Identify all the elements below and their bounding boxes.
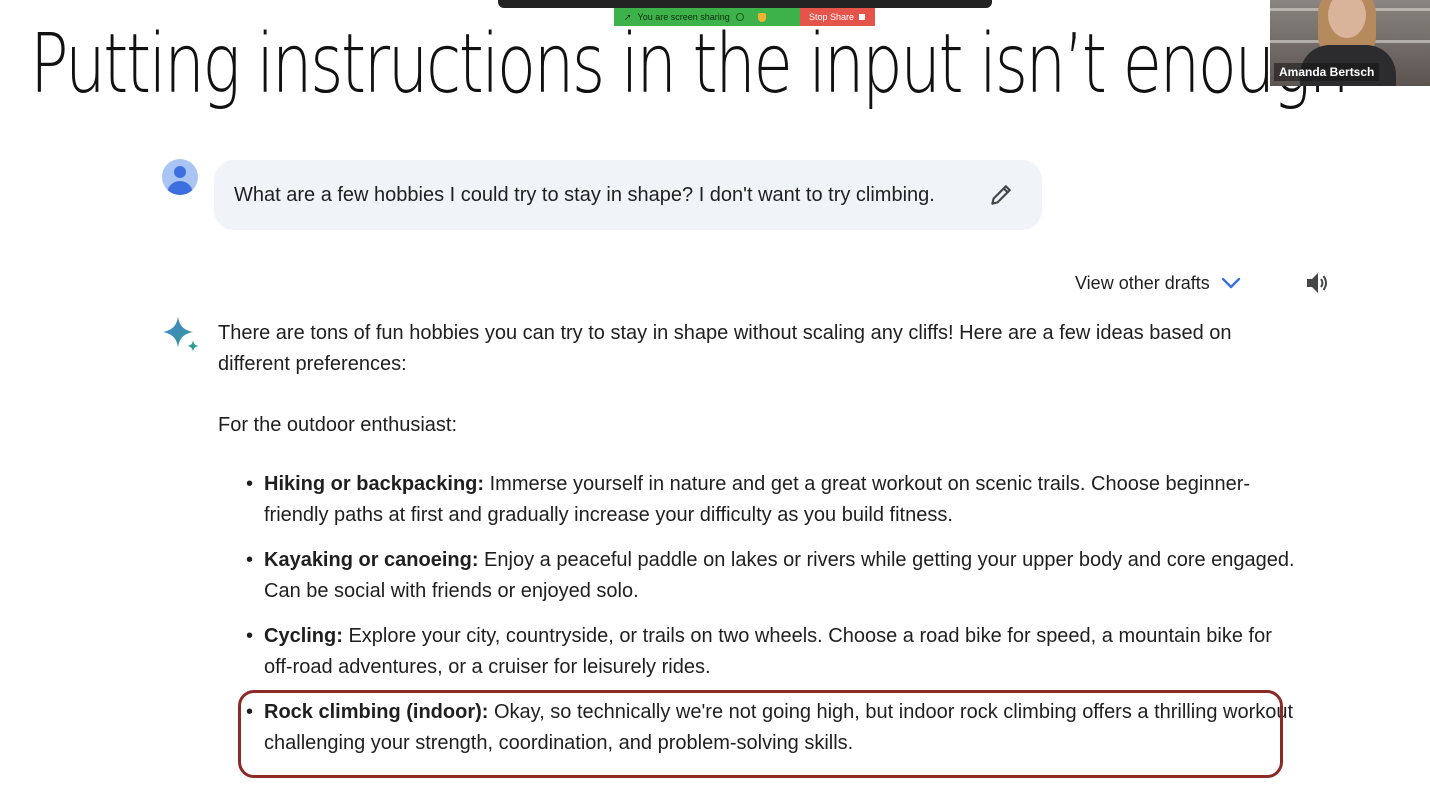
view-other-drafts-button[interactable]: View other drafts [1075, 270, 1242, 296]
list-item: • Cycling: Explore your city, countryside… [246, 625, 1272, 678]
list-item: • Hiking or backpacking: Immerse yourself… [246, 473, 1251, 526]
highlight-annotation [238, 690, 1283, 778]
item-title: Cycling: [264, 625, 343, 647]
list-item: • Kayaking or canoeing: Enjoy a peaceful … [246, 549, 1295, 602]
speaker-icon[interactable] [1304, 270, 1330, 296]
user-prompt: What are a few hobbies I could try to st… [214, 160, 1042, 230]
prompt-text: What are a few hobbies I could try to st… [234, 183, 935, 206]
section-heading: For the outdoor enthusiast: [218, 414, 458, 436]
item-title: Kayaking or canoeing: [264, 549, 479, 571]
item-text: Explore your city, countryside, or trail… [264, 625, 1272, 678]
response-intro: There are tons of fun hobbies you can tr… [218, 322, 1232, 375]
view-drafts-label: View other drafts [1075, 272, 1210, 293]
zoom-share-toolbar[interactable] [498, 0, 992, 8]
item-title: Hiking or backpacking: [264, 473, 485, 495]
user-avatar-icon [162, 159, 198, 195]
gemini-sparkle-icon [163, 316, 199, 352]
slide-title: Putting instructions in the input isn’t … [30, 17, 1349, 112]
chevron-down-icon [1221, 277, 1240, 289]
participant-name: Amanda Bertsch [1274, 63, 1380, 81]
participant-video[interactable]: Amanda Bertsch [1270, 0, 1430, 86]
edit-icon[interactable] [988, 182, 1014, 208]
